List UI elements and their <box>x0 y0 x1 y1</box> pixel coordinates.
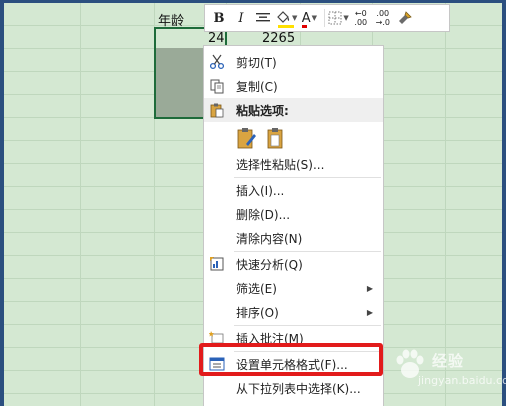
font-color-swatch <box>302 25 308 28</box>
format-painter-icon <box>398 11 412 24</box>
fill-color-swatch <box>278 25 295 28</box>
font-color-letter: A <box>301 10 311 26</box>
menu-item-label: 复制(C) <box>236 79 278 94</box>
chevron-down-icon[interactable]: ▼ <box>343 14 348 22</box>
menu-item-label: 插入(I)... <box>236 183 285 198</box>
mini-toolbar: B I ▼ A ▼ ▼ ←0 .00 .00 →.0 <box>204 4 450 32</box>
menu-item-insert[interactable]: 插入(I)... <box>204 178 383 202</box>
paste-icon[interactable] <box>266 126 288 153</box>
cell-age-value[interactable]: 24 <box>208 31 225 46</box>
menu-item-cut[interactable]: 剪切(T) <box>204 50 383 74</box>
paste-formatting-icon[interactable] <box>236 126 258 153</box>
menu-item-clear-contents[interactable]: 清除内容(N) <box>204 226 383 250</box>
toolbar-separator <box>324 9 326 27</box>
menu-item-label: 筛选(E) <box>236 281 277 296</box>
menu-item-label: 删除(D)... <box>236 207 291 222</box>
menu-item-label: 清除内容(N) <box>236 231 303 246</box>
submenu-arrow-icon: ▶ <box>366 307 373 317</box>
chevron-down-icon[interactable]: ▼ <box>292 14 297 22</box>
increase-decimal-button[interactable]: ←0 .00 <box>351 7 371 29</box>
increase-decimal-bottom: .00 <box>354 18 368 27</box>
menu-item-pick-from-list[interactable]: 从下拉列表中选择(K)... <box>204 376 383 400</box>
highlight-annotation <box>199 343 383 376</box>
paint-bucket-icon <box>277 11 290 23</box>
menu-item-filter[interactable]: 筛选(E) ▶ <box>204 276 383 300</box>
decrease-decimal-top: .00 <box>376 9 390 18</box>
bold-button[interactable]: B <box>209 7 229 29</box>
watermark: 经验 jingyan.baidu.com <box>390 348 506 396</box>
watermark-text: 经验 <box>432 352 465 370</box>
format-painter-button[interactable] <box>395 7 415 29</box>
menu-item-paste-special[interactable]: 选择性粘贴(S)... <box>204 152 383 176</box>
borders-icon <box>328 11 342 25</box>
decrease-decimal-button[interactable]: .00 →.0 <box>373 7 393 29</box>
menu-item-label: 粘贴选项: <box>236 103 289 118</box>
menu-item-delete[interactable]: 删除(D)... <box>204 202 383 226</box>
menu-item-label: 快速分析(Q) <box>236 257 303 272</box>
font-color-button[interactable]: A ▼ <box>299 7 319 29</box>
chevron-down-icon[interactable]: ▼ <box>312 14 317 22</box>
menu-item-sort[interactable]: 排序(O) ▶ <box>204 300 383 324</box>
submenu-arrow-icon: ▶ <box>366 283 373 293</box>
menu-item-label: 排序(O) <box>236 305 279 320</box>
fill-color-button[interactable]: ▼ <box>275 7 297 29</box>
menu-item-copy[interactable]: 复制(C) <box>204 74 383 98</box>
align-center-button[interactable] <box>253 7 273 29</box>
cell-value[interactable]: 2265 <box>262 31 295 46</box>
menu-item-paste-options: 粘贴选项: <box>204 98 383 122</box>
cell-header-age[interactable]: 年龄 <box>158 10 184 29</box>
watermark-url: jingyan.baidu.com <box>418 374 506 387</box>
paste-icon <box>208 101 226 119</box>
align-center-icon <box>256 13 270 22</box>
paste-options-row <box>204 124 383 152</box>
quick-analysis-icon <box>208 255 226 273</box>
menu-item-quick-analysis[interactable]: 快速分析(Q) <box>204 252 383 276</box>
borders-button[interactable]: ▼ <box>328 7 349 29</box>
decrease-decimal-bottom: →.0 <box>375 18 390 27</box>
copy-icon <box>208 77 226 95</box>
menu-item-label: 剪切(T) <box>236 55 277 70</box>
increase-decimal-top: ←0 <box>354 9 367 18</box>
menu-item-label: 从下拉列表中选择(K)... <box>236 381 361 396</box>
menu-item-label: 选择性粘贴(S)... <box>236 157 325 172</box>
italic-button[interactable]: I <box>231 7 251 29</box>
scissors-icon <box>208 53 226 71</box>
